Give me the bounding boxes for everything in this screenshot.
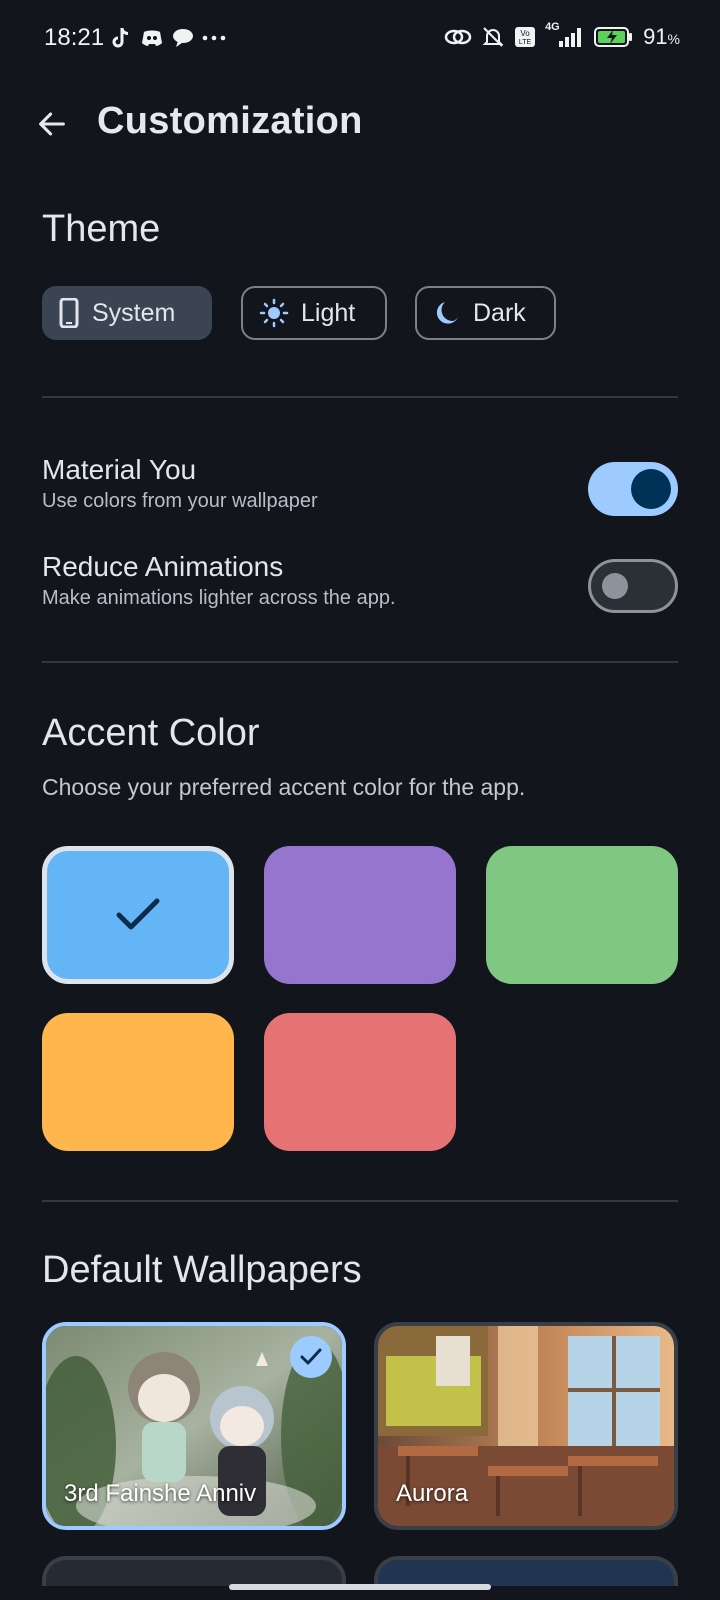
reduce-animations-subtitle: Make animations lighter across the app. (42, 587, 396, 609)
divider (42, 661, 678, 663)
notification-icons (110, 26, 226, 50)
accent-swatch-blue[interactable] (42, 846, 234, 984)
bell-off-icon (482, 27, 504, 47)
material-you-subtitle: Use colors from your wallpaper (42, 490, 318, 512)
wallpaper-label: Aurora (396, 1480, 469, 1507)
battery-level: 91% (643, 24, 680, 49)
accent-swatch-purple[interactable] (264, 846, 456, 984)
reduce-animations-row[interactable]: Reduce Animations Make animations lighte… (42, 551, 678, 621)
accent-swatch-orange[interactable] (42, 1013, 234, 1151)
status-bar: 18:21 Vo LTE 4G 91% (0, 0, 720, 78)
home-indicator[interactable] (229, 1584, 491, 1590)
wallpapers-section-title: Default Wallpapers (42, 1249, 362, 1291)
wallpaper-card[interactable]: Aurora (374, 1322, 678, 1530)
material-you-title: Material You (42, 454, 197, 485)
theme-chip-light[interactable]: Light (241, 286, 387, 340)
status-time: 18:21 (44, 24, 105, 51)
switch-thumb (602, 573, 628, 599)
wallpaper-card[interactable]: 3rd Fainshe Anniv (42, 1322, 346, 1530)
moon-icon (436, 302, 458, 324)
discord-icon (142, 30, 162, 46)
check-icon (300, 1348, 322, 1365)
app-bar: Customization (0, 88, 720, 160)
accent-section-title: Accent Color (42, 712, 260, 754)
theme-chip-label: System (92, 298, 176, 327)
material-you-switch[interactable] (588, 462, 678, 516)
back-button[interactable] (28, 100, 76, 148)
accent-swatch-red[interactable] (264, 1013, 456, 1151)
svg-text:Vo: Vo (520, 29, 530, 38)
divider (42, 1200, 678, 1202)
accent-swatch-green[interactable] (486, 846, 678, 984)
reduce-animations-switch[interactable] (588, 559, 678, 613)
wallpaper-label: 3rd Fainshe Anniv (64, 1480, 257, 1507)
selected-check-badge (290, 1336, 332, 1378)
more-dots-icon (202, 35, 226, 41)
theme-chip-label: Dark (473, 298, 526, 327)
divider (42, 396, 678, 398)
link-icon (444, 29, 472, 45)
signal-icon: 4G (545, 21, 585, 49)
sun-icon (259, 298, 289, 328)
accent-description: Choose your preferred accent color for t… (42, 774, 526, 800)
reduce-animations-title: Reduce Animations (42, 551, 284, 582)
theme-chip-label: Light (301, 298, 356, 327)
tiktok-icon (112, 27, 129, 48)
battery-charging-icon (594, 27, 633, 47)
wallpaper-card-peek[interactable] (374, 1556, 678, 1586)
page-title: Customization (97, 100, 363, 142)
arrow-back-icon (39, 112, 65, 136)
material-you-row[interactable]: Material You Use colors from your wallpa… (42, 454, 678, 524)
switch-thumb (631, 469, 671, 509)
theme-chip-dark[interactable]: Dark (415, 286, 556, 340)
volte-icon: VoLTE (515, 27, 536, 47)
phone-icon (59, 298, 79, 328)
theme-chip-system[interactable]: System (42, 286, 212, 340)
theme-section-title: Theme (42, 208, 161, 250)
check-icon (116, 898, 160, 930)
svg-text:LTE: LTE (519, 39, 532, 46)
chat-bubble-icon (173, 29, 193, 47)
system-icons: Vo LTE 4G 91% (444, 21, 680, 50)
wallpaper-card-peek[interactable] (42, 1556, 346, 1586)
